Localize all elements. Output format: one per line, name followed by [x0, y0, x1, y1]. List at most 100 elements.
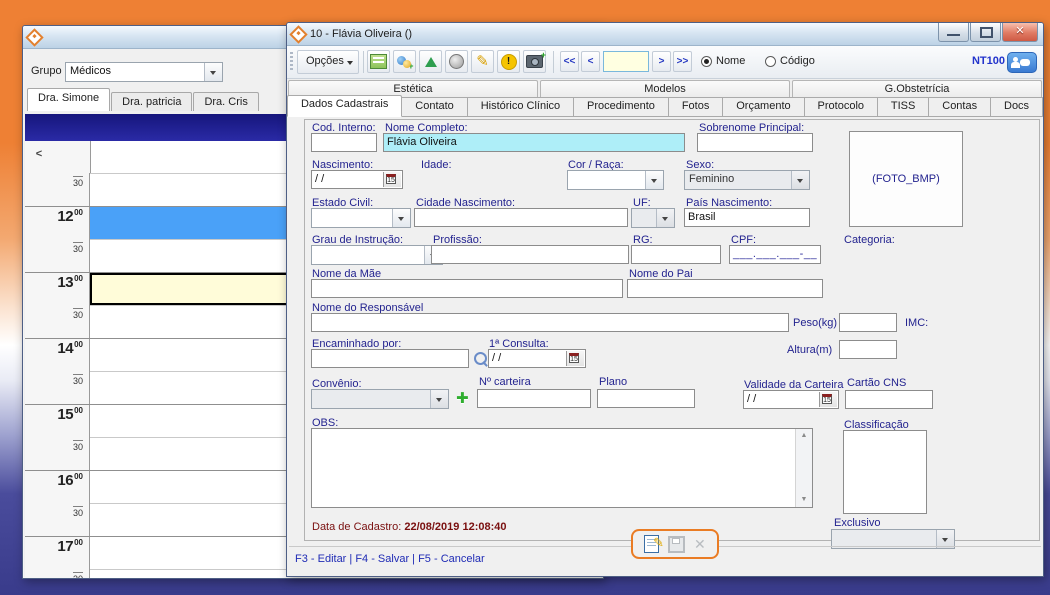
doctor-tab-dra-cris[interactable]: Dra. Cris [193, 92, 258, 111]
nome-completo-input[interactable]: Flávia Oliveira [383, 133, 685, 152]
maximize-button[interactable] [970, 23, 1001, 42]
window-title: 10 - Flávia Oliveira () [310, 28, 412, 40]
nome-pai-input[interactable] [627, 279, 823, 298]
save-record-icon[interactable] [668, 536, 685, 553]
form-icon [370, 54, 387, 69]
triangle-up-icon [425, 57, 437, 67]
version-label: NT100 [972, 55, 1005, 67]
altura-input[interactable] [839, 340, 897, 359]
time-gutter-cell: 1500 [25, 405, 90, 437]
sobrenome-input[interactable] [697, 133, 813, 152]
collapse-button[interactable]: < [31, 145, 47, 163]
nav-next-button[interactable]: > [652, 51, 671, 72]
rg-input[interactable] [631, 245, 721, 264]
idade-label: Idade: [421, 159, 452, 171]
grau-instrucao-select[interactable] [311, 245, 443, 265]
doctor-tab-dra-simone[interactable]: Dra. Simone [27, 88, 110, 111]
calendar-icon[interactable] [383, 172, 401, 187]
nav-last-button[interactable]: >> [673, 51, 692, 72]
app-diamond-icon [289, 25, 307, 43]
peso-label: Peso(kg) [793, 317, 837, 329]
profissao-input[interactable] [431, 245, 629, 264]
num-carteira-input[interactable] [477, 389, 591, 408]
cidade-nascimento-input[interactable] [414, 208, 628, 227]
tab-fotos[interactable]: Fotos [669, 97, 723, 117]
patient-photo-box[interactable]: (FOTO_BMP) [849, 131, 963, 227]
tab-docs[interactable]: Docs [991, 97, 1043, 117]
time-gutter-cell: 30 [25, 305, 90, 338]
tab-historico-clinico[interactable]: Histórico Clínico [468, 97, 574, 117]
nav-prev-button[interactable]: < [581, 51, 600, 72]
tab-contato[interactable]: Contato [402, 97, 467, 117]
nav-first-button[interactable]: << [560, 51, 579, 72]
minimize-button[interactable] [938, 23, 969, 42]
tab-protocolo[interactable]: Protocolo [805, 97, 878, 117]
patient-window-titlebar[interactable]: 10 - Flávia Oliveira () [287, 23, 1043, 46]
chat-contact-button[interactable] [1007, 52, 1037, 73]
cpf-input[interactable]: ___.___.___-__ [729, 245, 821, 264]
scroll-down-icon[interactable] [797, 493, 811, 507]
doctor-tab-dra-patricia[interactable]: Dra. patricia [111, 92, 192, 111]
altura-label: Altura(m) [787, 344, 832, 356]
options-menu-button[interactable]: Opções [297, 50, 359, 74]
pais-nascimento-input[interactable]: Brasil [684, 208, 810, 227]
estado-civil-select[interactable] [311, 208, 411, 228]
add-convenio-icon[interactable]: ✚ [456, 389, 469, 407]
warning-icon: ! [501, 54, 517, 70]
nascimento-input[interactable]: / / [311, 170, 403, 189]
add-photo-button[interactable] [523, 50, 546, 73]
recycle-button[interactable] [445, 50, 468, 73]
alert-button[interactable]: ! [497, 50, 520, 73]
record-list-button[interactable] [367, 50, 390, 73]
calendar-icon[interactable] [819, 392, 837, 407]
tab-tiss[interactable]: TISS [878, 97, 929, 117]
data-cadastro-value: 22/08/2019 12:08:40 [404, 521, 506, 533]
group-select-value: Médicos [70, 65, 111, 77]
classificacao-listbox[interactable] [843, 430, 927, 514]
validade-value: / / [747, 393, 756, 405]
record-search-input[interactable] [603, 51, 649, 72]
pencil-icon: ✎ [476, 54, 489, 69]
encaminhado-input[interactable] [311, 349, 469, 368]
radio-nome[interactable]: Nome [701, 55, 745, 67]
primeira-consulta-input[interactable]: / / [488, 349, 586, 368]
cor-raca-select[interactable] [567, 170, 664, 190]
cartao-cns-input[interactable] [845, 390, 933, 409]
radio-selected-icon [701, 56, 712, 67]
plano-input[interactable] [597, 389, 695, 408]
obs-textarea[interactable] [311, 428, 813, 508]
cod-interno-input[interactable] [311, 133, 377, 152]
time-gutter-cell: 1200 [25, 207, 90, 239]
add-paint-button[interactable]: + [393, 50, 416, 73]
top-tab-g-obstetricia[interactable]: G.Obstetrícia [792, 80, 1042, 97]
radio-codigo[interactable]: Código [765, 55, 815, 67]
top-tab-modelos[interactable]: Modelos [540, 80, 790, 97]
obs-scrollbar[interactable] [795, 429, 812, 507]
cancel-record-icon[interactable]: ✕ [694, 537, 706, 551]
time-gutter-cell: 30 [25, 173, 90, 206]
edit-record-icon[interactable] [644, 535, 659, 553]
tab-dados-cadastrais[interactable]: Dados Cadastrais [287, 95, 402, 117]
expand-button[interactable] [419, 50, 442, 73]
sexo-select[interactable]: Feminino [684, 170, 810, 190]
data-cadastro-label: Data de Cadastro: [312, 521, 401, 533]
group-select[interactable]: Médicos [65, 62, 223, 82]
edit-pencil-button[interactable]: ✎ [471, 50, 494, 73]
radio-codigo-label: Código [780, 55, 815, 67]
convenio-select[interactable] [311, 389, 449, 409]
scroll-up-icon[interactable] [797, 429, 811, 443]
time-gutter-cell: 1700 [25, 537, 90, 569]
nome-mae-input[interactable] [311, 279, 623, 298]
tab-contas[interactable]: Contas [929, 97, 991, 117]
patient-window: 10 - Flávia Oliveira () Opções + ✎ ! << … [286, 22, 1044, 577]
responsavel-input[interactable] [311, 313, 789, 332]
close-button[interactable] [1002, 23, 1038, 42]
calendar-icon[interactable] [566, 351, 584, 366]
peso-input[interactable] [839, 313, 897, 332]
tab-procedimento[interactable]: Procedimento [574, 97, 669, 117]
validade-carteira-input[interactable]: / / [743, 390, 839, 409]
tab-orcamento[interactable]: Orçamento [723, 97, 804, 117]
drops-icon: + [397, 55, 413, 69]
search-icon[interactable] [474, 352, 487, 365]
uf-select[interactable] [631, 208, 675, 228]
